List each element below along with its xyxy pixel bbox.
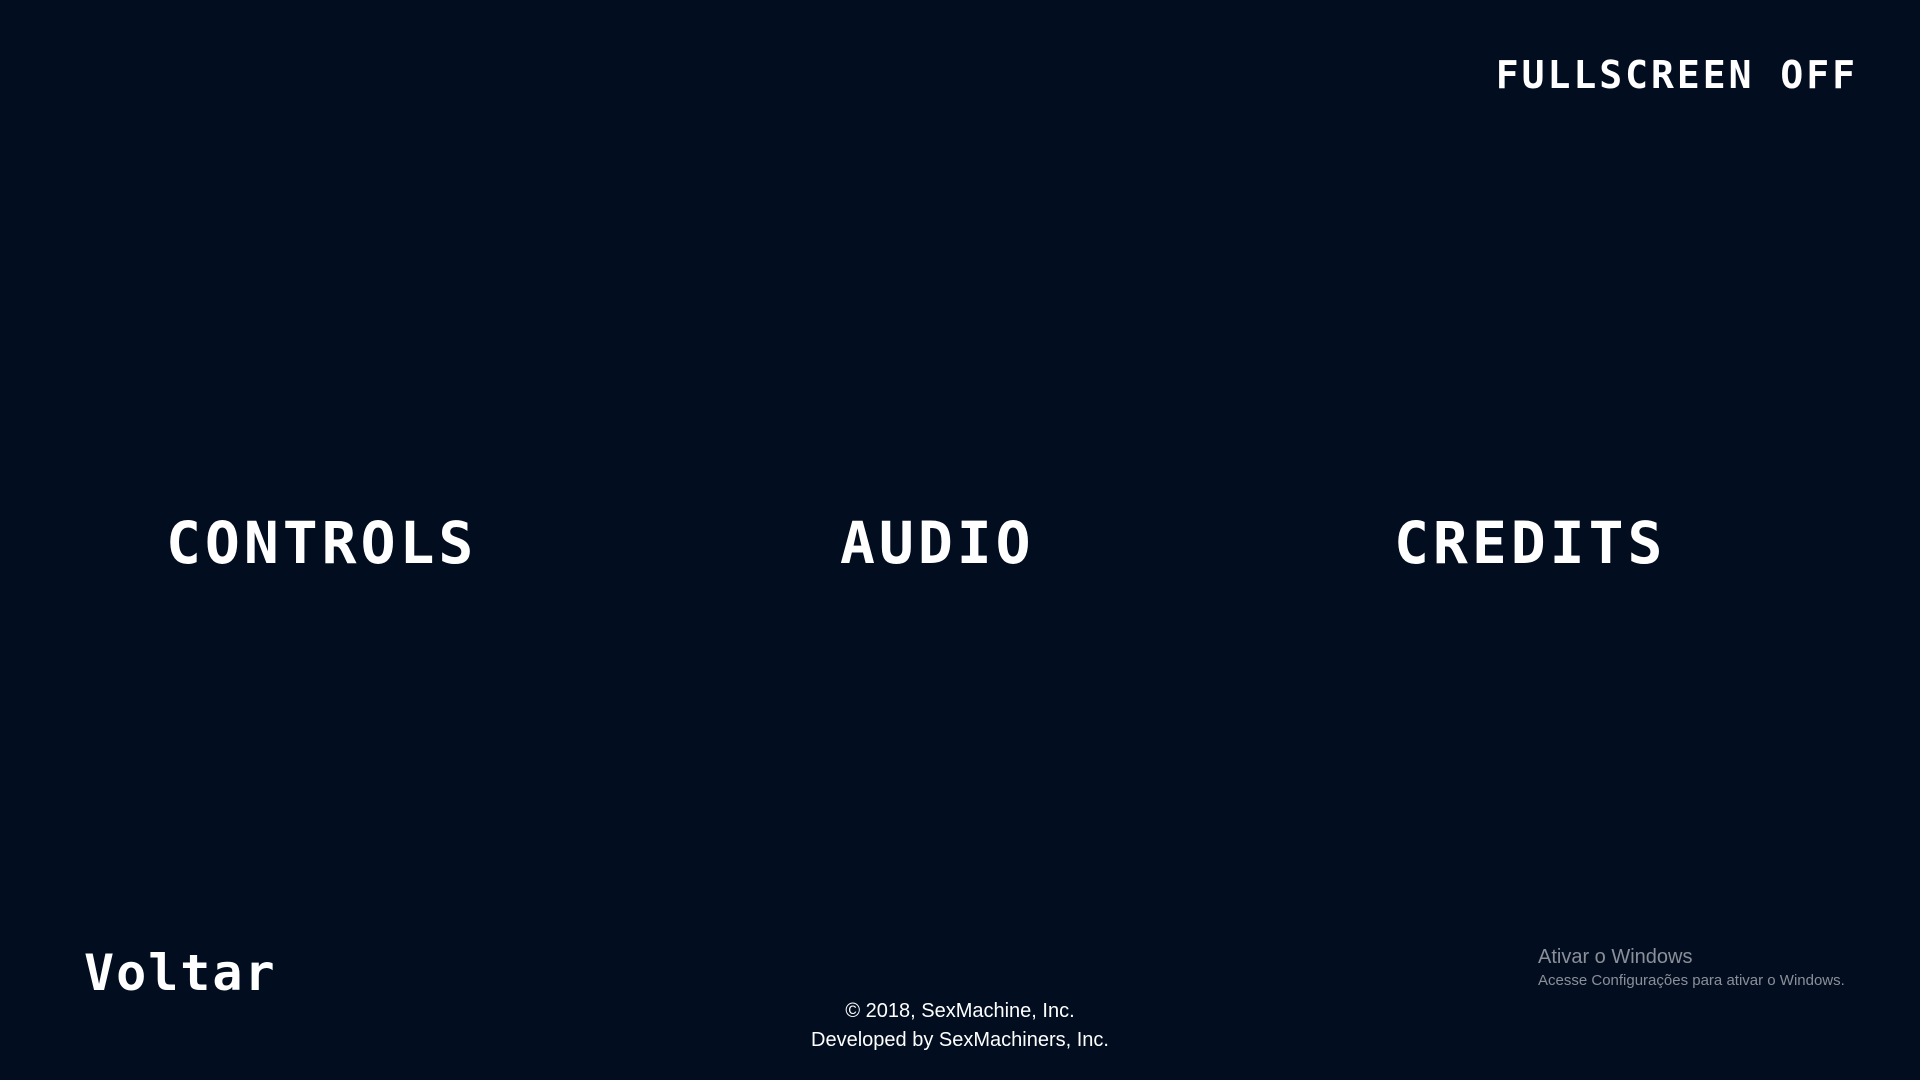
windows-activation-subtitle: Acesse Configurações para ativar o Windo… (1538, 972, 1845, 989)
back-button[interactable]: Voltar (84, 948, 277, 998)
menu-item-audio[interactable]: AUDIO (840, 514, 1035, 572)
footer-developer-credit: Developed by SexMachiners, Inc. (811, 1029, 1109, 1051)
windows-activation-title: Ativar o Windows (1538, 946, 1693, 968)
fullscreen-toggle-button[interactable]: FULLSCREEN OFF (1496, 56, 1858, 94)
footer-copyright: © 2018, SexMachine, Inc. (845, 1000, 1075, 1022)
menu-item-controls[interactable]: CONTROLS (166, 514, 477, 572)
menu-item-credits[interactable]: CREDITS (1394, 514, 1666, 572)
